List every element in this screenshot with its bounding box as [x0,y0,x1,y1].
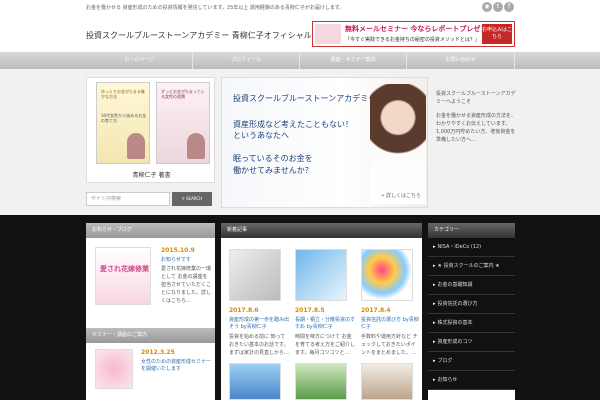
widget-title-categories: カテゴリー [428,223,515,238]
post-thumbnail[interactable] [229,249,281,301]
nav-item-home[interactable]: ホームページ [86,52,193,69]
author-caption: 青柳仁子 著書 [132,172,171,179]
book1-title: ゆっくりお金がたまる確かな方法 [101,89,145,99]
post-excerpt: 手数料や運用方針など チェックしておきたいポイントをまとめました。… [361,334,418,356]
section-title-recent: 新着記事 [221,223,422,238]
post-date: 2012.3.25 [141,349,175,356]
hero-line-3: 眠っているそのお金を 働かせてみませんか？ [233,154,313,175]
post-thumbnail[interactable] [229,363,281,400]
widget-title-seminar: セミナー・講座のご案内 [86,328,215,343]
category-link[interactable]: ▸ お金の基礎知識 [428,276,515,295]
post-title[interactable]: 長期・積立・分散投資のすすめ by青柳仁子 [295,317,355,331]
thumbnail-title: 愛され花嫁修業 [100,265,149,273]
top-bar: お金を働かせる 資産形成のための投資情報を発信しています。25年以上 運用経験の… [0,0,600,16]
post-thumbnail[interactable] [361,363,413,400]
tagline: お金を働かせる 資産形成のための投資情報を発信しています。25年以上 運用経験の… [86,5,345,11]
category-link[interactable]: ▸ ブログ [428,352,515,371]
category-link[interactable]: ▸ 投資信託の選び方 [428,295,515,314]
book-cover-1[interactable]: ゆっくりお金がたまる確かな方法 30代女性から始めるお金の育て方 [96,82,150,164]
hero-slider[interactable]: 投資スクールブルーストーンアカデミー 資産形成など考えたこともない！ というあなた… [221,77,428,208]
books-panel: ゆっくりお金がたまる確かな方法 30代女性から始めるお金の育て方 ずっとお金がた… [86,77,215,183]
post-thumbnail[interactable] [95,349,133,389]
post-date: 2017.8.6 [229,307,259,314]
site-title[interactable]: 投資スクールブルーストーンアカデミー 青柳仁子オフィシャルサイト [86,30,336,41]
banner-headline: 無料メールセミナー 今ならレポートプレゼント [345,25,495,33]
hero-line-1: 投資スクールブルーストーンアカデミー [233,94,377,103]
post-excerpt: 投資を始める前に 知っておきたい基本のお話です。まずは家計の見直しから… [229,334,290,356]
twitter-icon[interactable]: t [493,2,503,12]
post-thumbnail[interactable]: 愛され花嫁修業 [95,247,151,305]
post-title[interactable]: お知らせです [161,257,191,264]
banner-subline: 「今すぐ実践できるお金持ちの秘密の投資メソッドとは？」 [345,37,480,43]
category-link[interactable]: ▸ 株式投資の基本 [428,314,515,333]
main-nav: ホームページ プロフィール 講座・セミナー案内 お問い合わせ [0,52,600,69]
left-sidebar: お知らせ・ブログ 愛され花嫁修業 2015.10.9 お知らせです 愛され花嫁修… [86,223,215,400]
post-title[interactable]: 女性のための資産形成セミナーを開催いたします [141,359,211,373]
hero-more-link[interactable]: → 詳しくはこちら [380,192,421,199]
category-link[interactable]: ▸ NISA・iDeCo (12) [428,238,515,257]
header: 投資スクールブルーストーンアカデミー 青柳仁子オフィシャルサイト 無料メールセミ… [0,16,600,52]
mail-seminar-banner[interactable]: 無料メールセミナー 今ならレポートプレゼント 「今すぐ実践できるお金持ちの秘密の… [312,21,515,47]
hero-portrait [370,84,426,204]
nav-item-profile[interactable]: プロフィール [193,52,300,69]
recent-posts: 新着記事 2017.8.6 2017.8.5 2017.8.4 資産形成の第一歩… [221,223,422,400]
post-thumbnail[interactable] [295,249,347,301]
banner-image [315,24,341,44]
search-button[interactable]: ⚲ SEARCH [172,192,212,206]
post-title[interactable]: 投資信託の選び方 by青柳仁子 [361,317,419,331]
site-description: 投資スクールブルーストーンアカデミーへようこそ お金を働かせる資産形成の方法を、… [436,90,516,144]
book1-subtitle: 30代女性から始めるお金の育て方 [101,113,147,123]
category-link[interactable]: ▸ 資産形成のコツ [428,333,515,352]
search-input[interactable]: サイト内検索 [86,192,170,206]
post-date: 2015.10.9 [161,247,195,254]
post-date: 2017.8.4 [361,307,391,314]
description-title: 投資スクールブルーストーンアカデミーへようこそ [436,91,516,105]
post-title[interactable]: 資産形成の第一歩を踏み出そう by青柳仁子 [229,317,289,331]
widget-title-news: お知らせ・ブログ [86,223,215,238]
category-link[interactable]: ▸ ★ 投資スクールのご案内 ★ [428,257,515,276]
search-button-label: SEARCH [186,196,203,201]
post-excerpt: 時間を味方につけて お金を育てる考え方をご紹介します。毎月コツコツと… [295,334,356,356]
right-sidebar: カテゴリー ▸ NISA・iDeCo (12) ▸ ★ 投資スクールのご案内 ★ ▸… [428,223,515,400]
description-body: お金を働かせる資産形成の方法を、わかりやすくお伝えしています。1,000万円貯め… [436,113,517,143]
rss-icon[interactable]: ◉ [482,2,492,12]
nav-item-contact[interactable]: お問い合わせ [407,52,515,69]
post-thumbnail[interactable] [295,363,347,400]
banner-signup-button[interactable]: お申込みはこちら [482,24,512,44]
post-excerpt: 愛され花嫁修業の一環として お金の講座を担当させていただくことになりました。詳し… [161,266,212,304]
category-link[interactable]: ▸ お知らせ [428,371,515,390]
book-cover-2[interactable]: ずっとお金がたまっている女性の習慣 [156,82,210,164]
book2-title: ずっとお金がたまっている女性の習慣 [161,89,205,99]
post-thumbnail[interactable] [361,249,413,301]
hero-line-2: 資産形成など考えたこともない！ というあなたへ [233,120,353,140]
author-photo [127,133,145,159]
nav-item-seminar[interactable]: 講座・セミナー案内 [300,52,407,69]
facebook-icon[interactable]: f [504,2,514,12]
post-date: 2017.8.5 [295,307,325,314]
author-photo [187,133,205,159]
